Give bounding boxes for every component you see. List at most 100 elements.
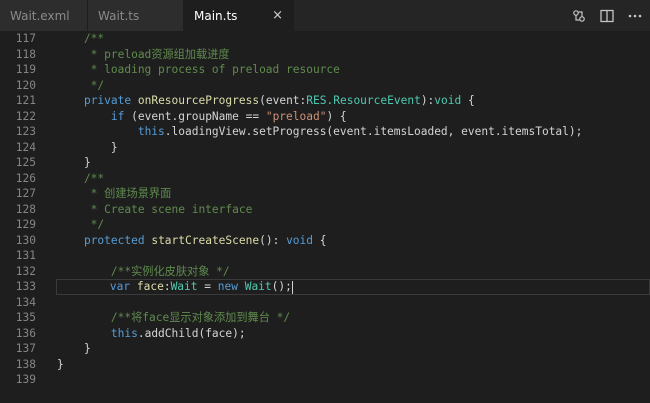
code-line[interactable]: 135 /**将face显示对象添加到舞台 */ <box>0 310 650 326</box>
code-line[interactable]: 118 * preload资源组加载进度 <box>0 47 650 63</box>
code-token: ) { <box>326 109 347 123</box>
tab-wait-exml[interactable]: Wait.exml <box>0 0 88 31</box>
code-editor[interactable]: 117 /** 118 * preload资源组加载进度 119 * loading… <box>0 31 650 403</box>
code-line[interactable]: 131 <box>0 248 650 264</box>
code-token: */ <box>57 218 105 231</box>
code-token: /** <box>57 171 105 185</box>
line-number: 136 <box>15 326 36 340</box>
code-token: } <box>57 342 91 355</box>
code-token: } <box>57 156 91 169</box>
line-number: 117 <box>15 32 36 45</box>
code-token: * preload资源组加载进度 <box>57 47 230 61</box>
close-tab-icon[interactable]: × <box>272 8 283 23</box>
code-token: { <box>313 233 327 247</box>
code-line[interactable]: 133 var face:Wait = new Wait(); <box>16 279 650 295</box>
code-token: private <box>83 94 132 107</box>
line-number: 135 <box>15 311 36 324</box>
code-line[interactable]: 130 protected startCreateScene(): void { <box>0 233 650 249</box>
line-number: 124 <box>15 140 36 154</box>
code-token: /** <box>57 32 105 45</box>
code-token: /**将face显示对象添加到舞台 */ <box>57 311 291 324</box>
code-line[interactable]: 119 * loading process of preload resourc… <box>0 62 650 78</box>
line-number: 127 <box>15 187 36 200</box>
code-token: Wait <box>170 280 198 293</box>
code-token: * loading process of preload resource <box>57 63 340 76</box>
code-token: : <box>163 280 171 293</box>
open-changes-icon[interactable] <box>570 7 588 25</box>
code-line[interactable]: 117 /** <box>0 31 650 47</box>
code-editor-window: Wait.exml Wait.ts Main.ts × 117 /** 118 … <box>0 0 650 403</box>
line-code: this.loadingView.setProgress(event.items… <box>57 124 583 140</box>
code-token: event <box>265 94 300 107</box>
code-line[interactable]: 124 } <box>0 140 650 156</box>
more-actions-icon[interactable] <box>626 7 644 25</box>
line-code: /** <box>57 31 104 47</box>
code-token: (); <box>271 280 292 293</box>
tab-label: Main.ts <box>194 8 238 23</box>
line-code: } <box>57 357 64 373</box>
line-number: 138 <box>15 357 36 371</box>
code-line[interactable]: 121 private onResourceProgress(event:RES… <box>0 93 650 109</box>
code-line[interactable]: 132 /**实例化皮肤对象 */ <box>0 264 650 280</box>
code-token: face <box>136 280 164 293</box>
code-token: if <box>110 109 125 123</box>
code-line[interactable]: 122 if (event.groupName == "preload") { <box>0 109 650 125</box>
code-token: ): <box>420 94 435 107</box>
code-line[interactable]: 125 } <box>0 155 650 171</box>
code-token: this <box>137 125 165 138</box>
code-line[interactable]: 139 <box>0 372 650 388</box>
code-line[interactable]: 128 * Create scene interface <box>0 202 650 218</box>
code-line[interactable]: 136 this.addChild(face); <box>0 326 650 342</box>
code-token: * Create scene interface <box>57 202 253 216</box>
line-number: 128 <box>15 202 36 216</box>
line-code: } <box>57 155 91 171</box>
code-line[interactable]: 120 */ <box>0 78 650 94</box>
line-number: 125 <box>15 156 36 169</box>
line-number: 133 <box>15 280 36 293</box>
code-line[interactable]: 126 /** <box>0 171 650 187</box>
code-line[interactable]: 123 this.loadingView.setProgress(event.i… <box>0 124 650 140</box>
line-code: private onResourceProgress(event:RES.Res… <box>57 93 475 109</box>
line-number: 121 <box>15 94 36 107</box>
line-number: 134 <box>15 295 36 309</box>
tab-main-ts[interactable]: Main.ts × <box>184 0 294 31</box>
line-number: 123 <box>15 125 36 138</box>
line-number: 139 <box>15 373 36 386</box>
code-token: (): <box>259 233 287 247</box>
code-line[interactable]: 134 <box>0 295 650 311</box>
code-token: void <box>434 94 462 107</box>
line-number: 130 <box>15 233 36 247</box>
line-number: 126 <box>15 171 36 185</box>
line-number: 122 <box>15 109 36 123</box>
split-editor-icon[interactable] <box>598 7 616 25</box>
code-line[interactable]: 138} <box>0 357 650 373</box>
code-line[interactable]: 137 } <box>0 341 650 357</box>
line-number: 132 <box>15 264 36 278</box>
line-number: 129 <box>15 218 36 231</box>
editor-tab-bar: Wait.exml Wait.ts Main.ts × <box>0 0 650 31</box>
code-line[interactable]: 127 * 创建场景界面 <box>0 186 650 202</box>
line-number: 137 <box>15 342 36 355</box>
editor-actions <box>570 0 644 31</box>
code-line[interactable]: 129 */ <box>0 217 650 233</box>
code-token: } <box>57 357 64 371</box>
tab-wait-ts[interactable]: Wait.ts <box>88 0 184 31</box>
code-token: new <box>217 280 238 293</box>
line-number: 119 <box>15 63 36 76</box>
line-code: * loading process of preload resource <box>57 62 340 78</box>
line-number: 118 <box>15 47 36 61</box>
line-code: * preload资源组加载进度 <box>57 47 230 63</box>
code-token: "preload" <box>265 109 327 123</box>
code-token: void <box>286 233 314 247</box>
tab-label: Wait.exml <box>10 8 70 23</box>
line-code: protected startCreateScene(): void { <box>57 233 327 249</box>
code-token: { <box>461 94 475 107</box>
